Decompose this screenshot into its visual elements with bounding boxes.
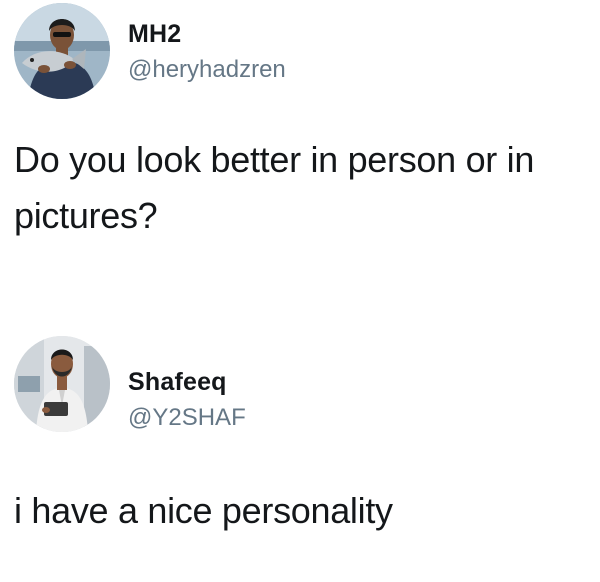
tweet-screenshot: MH2 @heryhadzren Do you look better in p…: [0, 0, 600, 582]
avatar-person-in-office-icon[interactable]: [14, 336, 110, 432]
author-name[interactable]: Shafeeq: [128, 368, 227, 397]
author-handle[interactable]: @heryhadzren: [128, 56, 286, 84]
author-name[interactable]: MH2: [128, 20, 181, 49]
tweet-text: Do you look better in person or in pictu…: [14, 139, 535, 236]
tweet-text: i have a nice personality: [14, 490, 393, 531]
avatar-person-holding-fish-icon[interactable]: [14, 3, 110, 99]
author-handle[interactable]: @Y2SHAF: [128, 404, 246, 432]
